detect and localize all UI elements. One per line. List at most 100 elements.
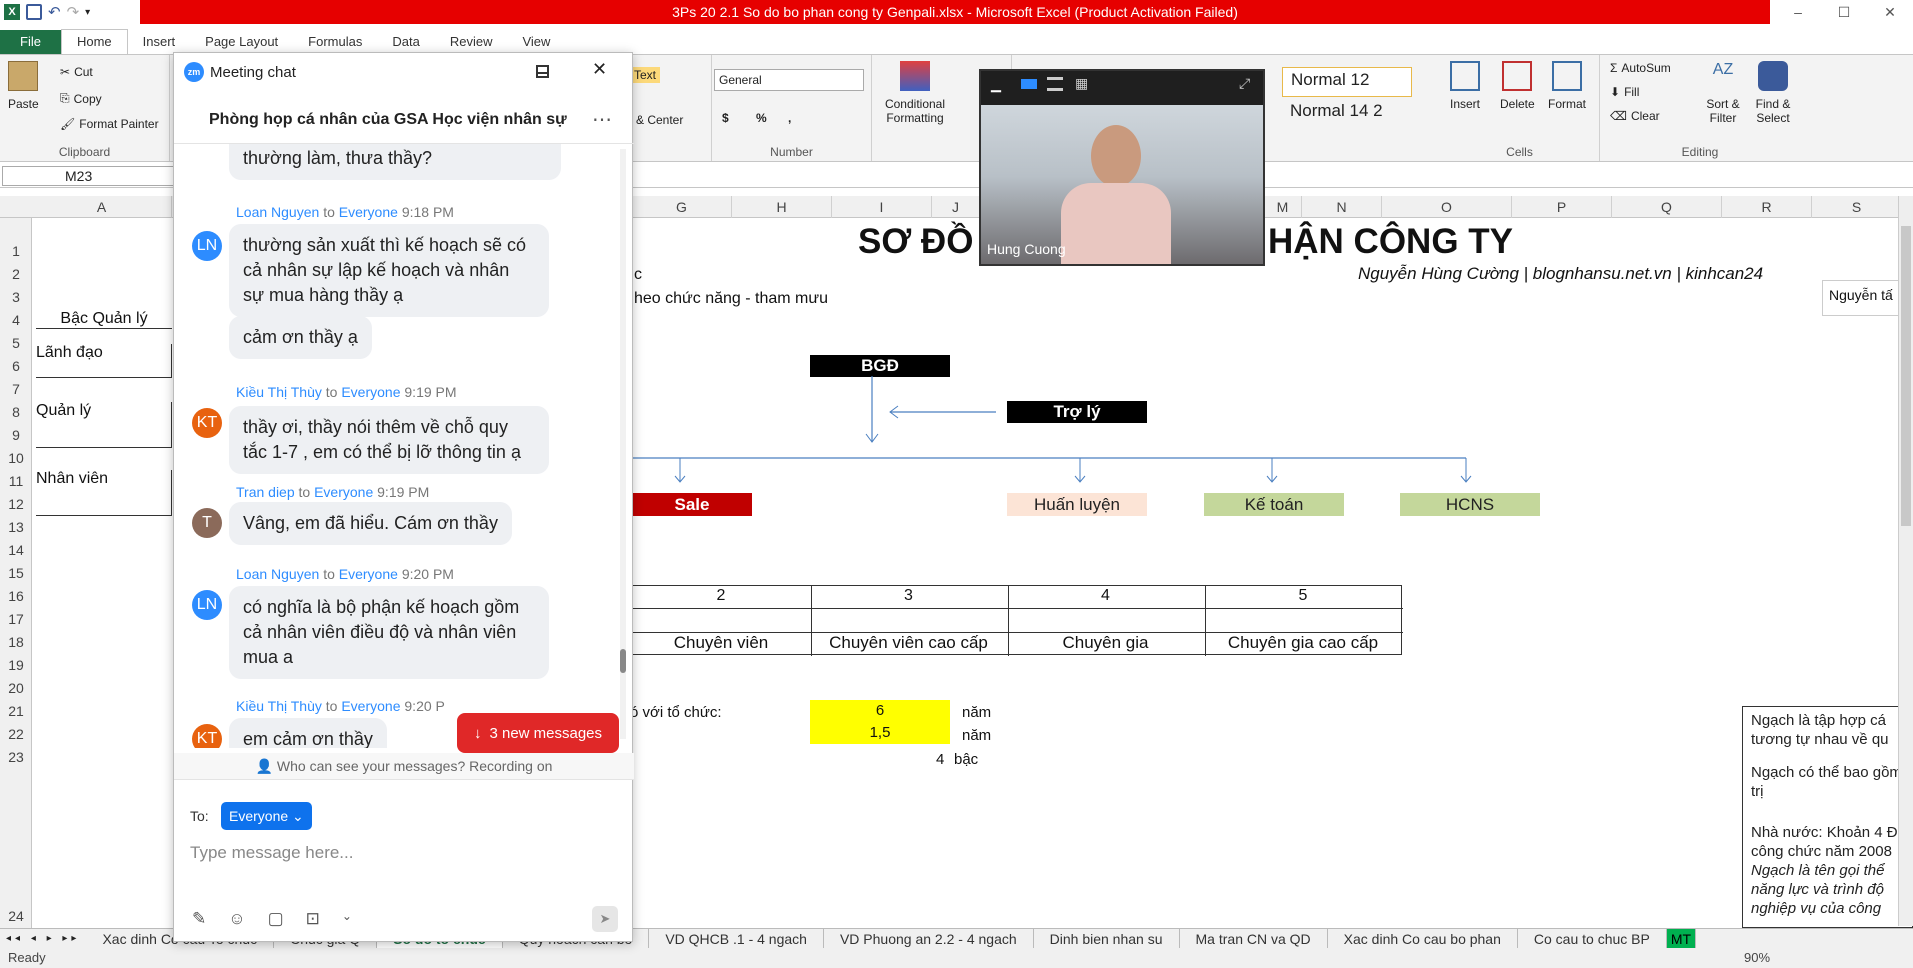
- delete-cells-button[interactable]: Delete: [1500, 61, 1535, 111]
- customize-qat-icon[interactable]: ▾: [85, 7, 90, 18]
- row-header[interactable]: 15: [0, 565, 32, 581]
- row-header[interactable]: 13: [0, 519, 32, 535]
- close-button[interactable]: ✕: [1867, 0, 1913, 24]
- row-header[interactable]: 3: [0, 289, 32, 305]
- more-options-icon[interactable]: ⋯: [592, 107, 612, 132]
- currency-button[interactable]: $: [722, 111, 729, 125]
- chat-scrollbar-thumb[interactable]: [620, 649, 626, 673]
- row-header[interactable]: 19: [0, 657, 32, 673]
- col-header-s[interactable]: S: [1812, 196, 1902, 218]
- row-header[interactable]: 14: [0, 542, 32, 558]
- row-header[interactable]: 4: [0, 312, 32, 328]
- save-icon[interactable]: [26, 4, 42, 20]
- autosum-button[interactable]: Σ AutoSum: [1610, 61, 1671, 75]
- restore-button[interactable]: ☐: [1821, 0, 1867, 24]
- speaker-view-icon[interactable]: [1021, 79, 1037, 89]
- col-header-p[interactable]: P: [1512, 196, 1612, 218]
- row-header[interactable]: 5: [0, 335, 32, 351]
- merge-center-button[interactable]: & Center: [636, 113, 683, 127]
- more-chevron-icon[interactable]: ⌄: [342, 909, 352, 929]
- vertical-scrollbar[interactable]: [1898, 196, 1913, 926]
- col-header-a[interactable]: A: [32, 196, 172, 218]
- new-messages-button[interactable]: ↓ 3 new messages: [457, 713, 619, 753]
- redo-icon[interactable]: ↷: [67, 3, 80, 21]
- screenshot-icon[interactable]: ⊡: [306, 909, 320, 929]
- insert-cells-button[interactable]: Insert: [1450, 61, 1480, 111]
- expand-icon[interactable]: ⤢: [1239, 75, 1250, 92]
- wrap-text-button[interactable]: Text: [630, 67, 661, 83]
- percent-button[interactable]: %: [756, 111, 767, 125]
- stacked-view-icon[interactable]: [1047, 77, 1063, 91]
- row-header[interactable]: 23: [0, 749, 32, 765]
- col-header-h[interactable]: H: [732, 196, 832, 218]
- col-header-n[interactable]: N: [1302, 196, 1382, 218]
- emoji-icon[interactable]: ☺: [228, 909, 245, 929]
- row-header[interactable]: 16: [0, 588, 32, 604]
- sort-filter-button[interactable]: AZ Sort & Filter: [1700, 61, 1746, 125]
- tab-review[interactable]: Review: [435, 30, 508, 54]
- tab-page-layout[interactable]: Page Layout: [190, 30, 293, 54]
- conditional-formatting-button[interactable]: Conditional Formatting: [880, 61, 950, 125]
- tab-home[interactable]: Home: [60, 29, 128, 54]
- row-header[interactable]: 6: [0, 358, 32, 374]
- comma-button[interactable]: ,: [788, 111, 791, 125]
- sheet-tab[interactable]: Co cau to chuc BP: [1518, 928, 1667, 949]
- zoom-level[interactable]: 90%: [1744, 948, 1770, 968]
- chat-scrollbar[interactable]: [620, 149, 626, 739]
- sheet-tab[interactable]: VD Phuong an 2.2 - 4 ngach: [824, 928, 1034, 949]
- sheet-tab[interactable]: VD QHCB .1 - 4 ngach: [649, 928, 824, 949]
- scrollbar-thumb[interactable]: [1901, 226, 1911, 526]
- close-chat-icon[interactable]: ✕: [592, 59, 607, 80]
- col-header-r[interactable]: R: [1722, 196, 1812, 218]
- row-header[interactable]: 11: [0, 473, 32, 489]
- col-header-i[interactable]: I: [832, 196, 932, 218]
- minimize-video-icon[interactable]: ▁: [991, 77, 1001, 93]
- format-painter-button[interactable]: 🖌 Format Painter: [60, 117, 159, 131]
- find-select-button[interactable]: Find & Select: [1750, 61, 1796, 125]
- file-icon[interactable]: ▢: [268, 909, 284, 929]
- recipient-select[interactable]: Everyone ⌄: [221, 802, 312, 830]
- tab-formulas[interactable]: Formulas: [293, 30, 377, 54]
- tab-file[interactable]: File: [0, 30, 61, 54]
- row-header[interactable]: 24: [0, 908, 32, 924]
- tab-insert[interactable]: Insert: [128, 30, 191, 54]
- tab-view[interactable]: View: [507, 30, 565, 54]
- row-header[interactable]: 22: [0, 726, 32, 742]
- col-header-m[interactable]: M: [1264, 196, 1302, 218]
- undo-icon[interactable]: ↶: [48, 3, 61, 21]
- col-header-q[interactable]: Q: [1612, 196, 1722, 218]
- fill-button[interactable]: ⬇ Fill: [1610, 85, 1639, 99]
- row-header[interactable]: 8: [0, 404, 32, 420]
- format-text-icon[interactable]: ✎: [192, 909, 206, 929]
- sheet-tab[interactable]: MT: [1666, 928, 1697, 949]
- sheet-nav-arrows-icon[interactable]: ◂◂ ◂ ▸ ▸▸: [0, 933, 86, 944]
- privacy-notice[interactable]: 👤 Who can see your messages? Recording o…: [174, 753, 634, 779]
- copy-button[interactable]: ⎘ Copy: [60, 91, 102, 106]
- cut-button[interactable]: ✂ Cut: [60, 65, 93, 79]
- row-header[interactable]: 7: [0, 381, 32, 397]
- row-header[interactable]: 18: [0, 634, 32, 650]
- row-header[interactable]: 20: [0, 680, 32, 696]
- format-cells-button[interactable]: Format: [1548, 61, 1586, 111]
- row-header[interactable]: 17: [0, 611, 32, 627]
- name-box[interactable]: M23: [2, 166, 174, 186]
- row-header[interactable]: 9: [0, 427, 32, 443]
- gallery-view-icon[interactable]: ▦: [1075, 75, 1088, 92]
- paste-button[interactable]: Paste: [8, 61, 39, 111]
- video-window[interactable]: ▁ ▦ ⤢ Hung Cuong: [979, 69, 1265, 266]
- col-header-o[interactable]: O: [1382, 196, 1512, 218]
- col-header-j[interactable]: J: [932, 196, 980, 218]
- row-header[interactable]: 2: [0, 266, 32, 282]
- row-header[interactable]: 1: [0, 243, 32, 259]
- number-format-select[interactable]: General: [714, 69, 864, 91]
- sheet-tab[interactable]: Xac dinh Co cau bo phan: [1328, 928, 1518, 949]
- message-input[interactable]: Type message here...: [190, 843, 610, 883]
- clear-button[interactable]: ⌫ Clear: [1610, 109, 1660, 123]
- minimize-button[interactable]: –: [1775, 0, 1821, 24]
- style-normal-12[interactable]: Normal 12: [1282, 67, 1412, 97]
- row-header[interactable]: 10: [0, 450, 32, 466]
- sheet-tab[interactable]: Dinh bien nhan su: [1034, 928, 1180, 949]
- tab-data[interactable]: Data: [377, 30, 434, 54]
- row-header[interactable]: 12: [0, 496, 32, 512]
- popout-chat-icon[interactable]: [536, 65, 549, 78]
